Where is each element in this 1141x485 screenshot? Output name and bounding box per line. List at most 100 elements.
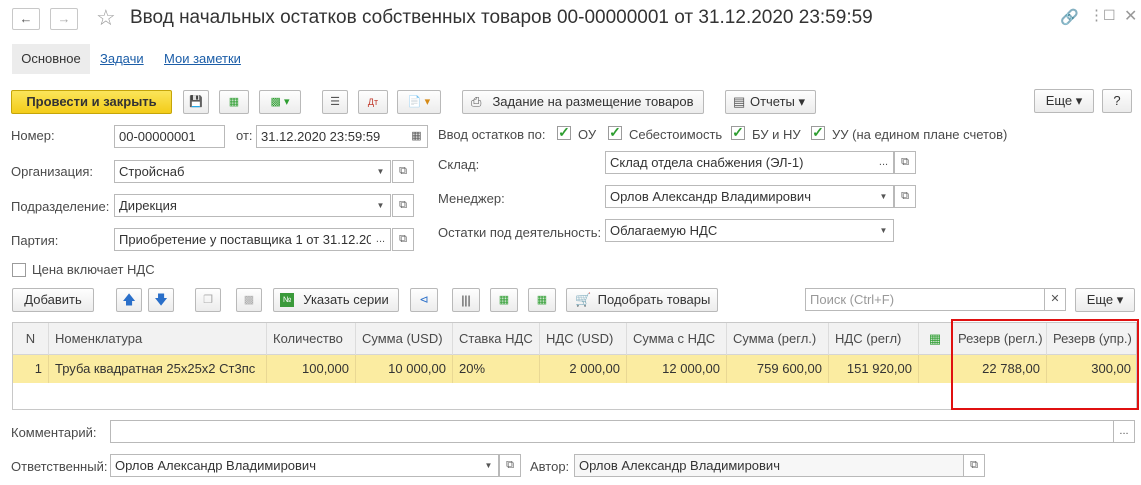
save-icon[interactable]: 💾 [183, 90, 209, 114]
series-label: Указать серии [303, 292, 389, 307]
warehouse-select-icon[interactable]: ... [874, 151, 894, 174]
post-and-close-button[interactable]: Провести и закрыть [11, 90, 172, 114]
manager-dropdown-icon[interactable]: ▼ [874, 185, 894, 208]
dept-dropdown-icon[interactable]: ▼ [371, 194, 391, 217]
col-vat-usd[interactable]: НДС (USD) [540, 323, 627, 355]
printer-icon: ⎙ [471, 94, 482, 109]
more-button[interactable]: Еще ▾ [1034, 89, 1094, 113]
vat-included-label: Цена включает НДС [32, 262, 155, 277]
report-icon: ▤ [733, 94, 746, 109]
comment-label: Комментарий: [11, 425, 97, 440]
col-item[interactable]: Номенклатура [49, 323, 267, 355]
author-label: Автор: [530, 459, 570, 474]
debit-credit-icon[interactable]: Дт [358, 90, 388, 114]
author-open-icon[interactable]: ⧉ [963, 454, 985, 477]
col-vat-regl[interactable]: НДС (регл) [829, 323, 919, 355]
org-input[interactable]: Стройснаб [114, 160, 372, 183]
uu-checkbox[interactable]: ✓ [811, 125, 825, 140]
cell-qty[interactable]: 100,000 [267, 355, 356, 383]
col-sum-with-vat[interactable]: Сумма с НДС [627, 323, 727, 355]
tab-notes[interactable]: Мои заметки [164, 44, 241, 74]
search-input[interactable]: Поиск (Ctrl+F) [805, 288, 1045, 311]
post-icon[interactable]: ▦ [219, 90, 249, 114]
col-qty[interactable]: Количество [267, 323, 356, 355]
tab-main[interactable]: Основное [12, 44, 90, 74]
warehouse-label: Склад: [438, 157, 480, 172]
dept-input[interactable]: Дирекция [114, 194, 372, 217]
warehouse-open-icon[interactable]: ⧉ [894, 151, 916, 174]
close-icon[interactable]: ✕ [1124, 6, 1137, 26]
cost-checkbox[interactable]: ✓ [608, 125, 622, 140]
org-label: Организация: [11, 164, 94, 179]
placement-task-label: Задание на размещение товаров [492, 94, 694, 109]
move-down-icon[interactable]: 🡇 [148, 288, 174, 312]
help-button[interactable]: ? [1102, 89, 1132, 113]
manager-open-icon[interactable]: ⧉ [894, 185, 916, 208]
excel-icon[interactable]: ▦ [490, 288, 518, 312]
cell-sum-usd[interactable]: 10 000,00 [356, 355, 453, 383]
menu-dots-icon[interactable]: ⋮ [1089, 6, 1104, 24]
responsible-dropdown-icon[interactable]: ▼ [479, 454, 499, 477]
date-input[interactable]: 31.12.2020 23:59:59 [256, 125, 407, 148]
link-icon[interactable]: 🔗 [1060, 8, 1079, 26]
ou-checkbox[interactable]: ✓ [557, 125, 571, 140]
manager-input[interactable]: Орлов Александр Владимирович [605, 185, 875, 208]
uu-label: УУ (на едином плане счетов) [832, 127, 1008, 142]
cell-sum-regl[interactable]: 759 600,00 [727, 355, 829, 383]
share-icon[interactable]: ⊲ [410, 288, 438, 312]
more-label: Еще [1045, 93, 1073, 108]
pick-goods-button[interactable]: 🛒 Подобрать товары [566, 288, 718, 312]
paste-icon[interactable]: ▩ [236, 288, 262, 312]
activity-dropdown-icon[interactable]: ▼ [874, 219, 894, 242]
tab-tasks[interactable]: Задачи [100, 44, 144, 74]
number-input[interactable]: 00-00000001 [114, 125, 225, 148]
responsible-open-icon[interactable]: ⧉ [499, 454, 521, 477]
cell-vat-rate[interactable]: 20% [453, 355, 540, 383]
batch-input[interactable]: Приобретение у поставщика 1 от 31.12.20 [114, 228, 372, 251]
placement-task-button[interactable]: ⎙ Задание на размещение товаров [462, 90, 704, 114]
col-n[interactable]: N [13, 323, 49, 355]
author-input[interactable]: Орлов Александр Владимирович [574, 454, 964, 477]
responsible-input[interactable]: Орлов Александр Владимирович [110, 454, 480, 477]
cell-item[interactable]: Труба квадратная 25х25х2 Ст3пс [49, 355, 267, 383]
comment-input[interactable] [110, 420, 1114, 443]
maximize-icon[interactable]: ☐ [1103, 7, 1116, 24]
cell-empty [919, 355, 952, 383]
series-button[interactable]: № Указать серии [273, 288, 399, 312]
batch-open-icon[interactable]: ⧉ [392, 228, 414, 251]
back-button[interactable]: ← [12, 8, 40, 30]
col-settings-icon[interactable]: ▦ [919, 323, 952, 355]
dept-open-icon[interactable]: ⧉ [392, 194, 414, 217]
org-open-icon[interactable]: ⧉ [392, 160, 414, 183]
cell-sum-with-vat[interactable]: 12 000,00 [627, 355, 727, 383]
favorite-star-icon[interactable]: ☆ [96, 5, 116, 31]
org-dropdown-icon[interactable]: ▼ [371, 160, 391, 183]
forward-button[interactable]: → [50, 8, 78, 30]
search-clear-icon[interactable]: ✕ [1044, 288, 1066, 311]
add-row-button[interactable]: Добавить [12, 288, 94, 312]
attach-file-icon[interactable]: 📄 ▾ [397, 90, 441, 114]
dept-label: Подразделение: [11, 199, 110, 214]
table-more-button[interactable]: Еще ▾ [1075, 288, 1135, 312]
cell-vat-regl[interactable]: 151 920,00 [829, 355, 919, 383]
col-vat-rate[interactable]: Ставка НДС [453, 323, 540, 355]
vat-included-checkbox[interactable] [12, 263, 26, 277]
move-up-icon[interactable]: 🡅 [116, 288, 142, 312]
comment-expand-icon[interactable]: ... [1113, 420, 1135, 443]
col-sum-regl[interactable]: Сумма (регл.) [727, 323, 829, 355]
cost-label: Себестоимость [629, 127, 723, 142]
reports-button[interactable]: ▤ Отчеты ▾ [725, 90, 816, 114]
batch-select-icon[interactable]: ... [371, 228, 391, 251]
warehouse-input[interactable]: Склад отдела снабжения (ЭЛ-1) [605, 151, 875, 174]
add-column-icon[interactable]: ▦ [528, 288, 556, 312]
bu-checkbox[interactable]: ✓ [731, 125, 745, 140]
col-sum-usd[interactable]: Сумма (USD) [356, 323, 453, 355]
activity-input[interactable]: Облагаемую НДС [605, 219, 875, 242]
calendar-icon[interactable]: ▦ [406, 125, 428, 148]
structure-icon[interactable]: ☰ [322, 90, 348, 114]
cell-vat-usd[interactable]: 2 000,00 [540, 355, 627, 383]
barcode-icon[interactable]: ||| [452, 288, 480, 312]
copy-row-icon[interactable]: ❐ [195, 288, 221, 312]
create-based-on-icon[interactable]: ▩ ▾ [259, 90, 301, 114]
table-more-label: Еще [1086, 292, 1114, 307]
